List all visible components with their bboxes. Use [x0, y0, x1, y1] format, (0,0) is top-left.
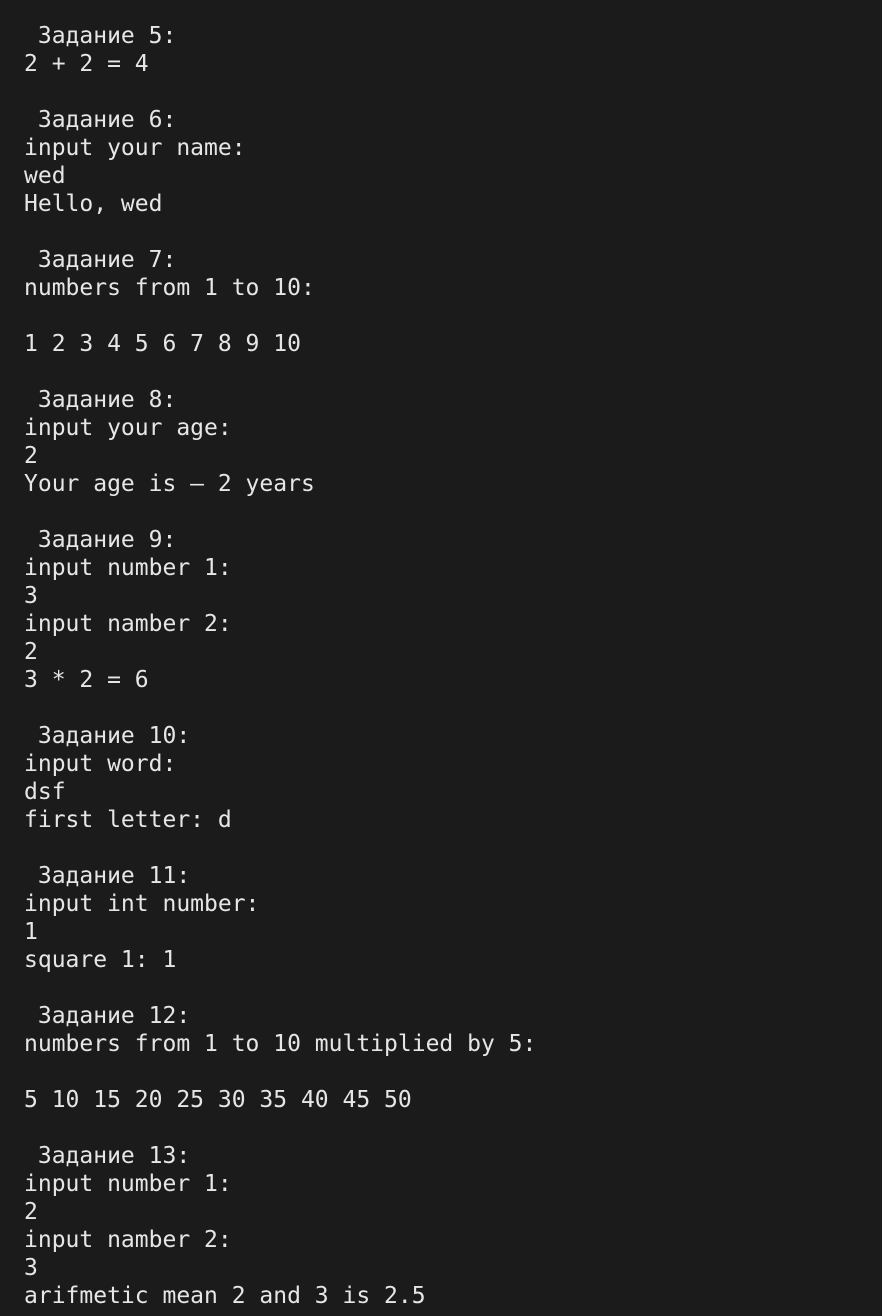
terminal-line: 3 * 2 = 6	[24, 667, 149, 693]
terminal-line: 2 + 2 = 4	[24, 51, 149, 77]
terminal-line: input word:	[24, 751, 177, 777]
terminal-line: input your name:	[24, 135, 246, 161]
terminal-line: input number 1:	[24, 555, 232, 581]
terminal-line: Задание 5:	[24, 23, 177, 49]
terminal-line: input your age:	[24, 415, 232, 441]
terminal-line: 2	[24, 639, 38, 665]
terminal-line: input namber 2:	[24, 611, 232, 637]
terminal-line: 1 2 3 4 5 6 7 8 9 10	[24, 331, 301, 357]
terminal-line: Задание 12:	[24, 1003, 191, 1029]
terminal-line: dsf	[24, 779, 66, 805]
terminal-line: Задание 9:	[24, 527, 177, 553]
terminal-line: Задание 8:	[24, 387, 177, 413]
terminal-line: numbers from 1 to 10 multiplied by 5:	[24, 1031, 537, 1057]
terminal-line: numbers from 1 to 10:	[24, 275, 315, 301]
terminal-line: Задание 6:	[24, 107, 177, 133]
terminal-line: first letter: d	[24, 807, 232, 833]
terminal-line: input number 1:	[24, 1171, 232, 1197]
terminal-line: 2	[24, 443, 38, 469]
terminal-output: Задание 5: 2 + 2 = 4 Задание 6: input yo…	[24, 22, 874, 1310]
terminal-line: 5 10 15 20 25 30 35 40 45 50	[24, 1087, 412, 1113]
terminal-line: 3	[24, 583, 38, 609]
terminal-window[interactable]: Задание 5: 2 + 2 = 4 Задание 6: input yo…	[0, 0, 882, 1316]
terminal-line: square 1: 1	[24, 947, 177, 973]
terminal-line: 2	[24, 1199, 38, 1225]
terminal-line: wed	[24, 163, 66, 189]
terminal-line: Задание 11:	[24, 863, 191, 889]
terminal-line: 1	[24, 919, 38, 945]
terminal-line: input int number:	[24, 891, 260, 917]
terminal-line: Задание 10:	[24, 723, 191, 749]
terminal-line: Задание 7:	[24, 247, 177, 273]
terminal-line: input namber 2:	[24, 1227, 232, 1253]
terminal-line: Hello, wed	[24, 191, 163, 217]
terminal-line: Задание 13:	[24, 1143, 191, 1169]
terminal-line: arifmetic mean 2 and 3 is 2.5	[24, 1283, 426, 1309]
terminal-line: 3	[24, 1255, 38, 1281]
terminal-line: Your age is – 2 years	[24, 471, 315, 497]
